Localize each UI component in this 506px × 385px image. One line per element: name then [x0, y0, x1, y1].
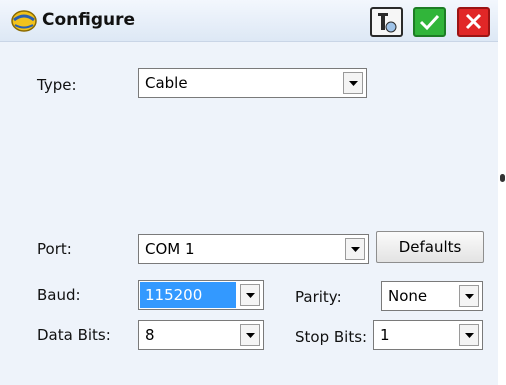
baud-value: 115200	[140, 282, 236, 308]
stop-bits-value: 1	[380, 326, 390, 344]
type-label: Type:	[37, 76, 77, 94]
port-value: COM 1	[145, 240, 195, 258]
parity-label: Parity:	[295, 288, 342, 306]
port-select[interactable]: COM 1	[138, 234, 369, 264]
type-dropdown-button[interactable]	[343, 72, 363, 94]
data-bits-dropdown-button[interactable]	[240, 324, 260, 346]
chevron-down-icon	[465, 333, 474, 338]
chevron-down-icon	[246, 293, 255, 298]
instrument-icon	[378, 13, 397, 33]
type-select[interactable]: Cable	[138, 68, 367, 98]
data-bits-select[interactable]: 8	[138, 320, 264, 350]
configure-window: Configure Type: Cable Port: COM 1 Defaul…	[0, 0, 498, 385]
port-dropdown-button[interactable]	[345, 238, 365, 260]
baud-label: Baud:	[37, 286, 81, 304]
chevron-down-icon	[246, 333, 255, 338]
stop-bits-label: Stop Bits:	[295, 328, 368, 346]
chevron-down-icon	[465, 294, 474, 299]
parity-value: None	[388, 287, 428, 305]
chevron-down-icon	[351, 247, 360, 252]
ok-button[interactable]	[413, 7, 446, 37]
close-icon	[465, 13, 482, 30]
instrument-button[interactable]	[370, 7, 403, 37]
stop-bits-select[interactable]: 1	[373, 320, 483, 350]
port-label: Port:	[37, 240, 72, 258]
app-helmet-icon	[11, 10, 37, 32]
parity-select[interactable]: None	[381, 281, 483, 311]
defaults-button[interactable]: Defaults	[376, 231, 484, 263]
checkmark-icon	[419, 14, 440, 31]
chevron-down-icon	[349, 81, 358, 86]
scroll-indicator	[500, 174, 505, 182]
title-bar: Configure	[0, 0, 498, 42]
data-bits-value: 8	[145, 326, 155, 344]
cancel-button[interactable]	[457, 7, 490, 37]
baud-dropdown-button[interactable]	[240, 284, 260, 306]
window-title: Configure	[42, 10, 136, 30]
parity-dropdown-button[interactable]	[459, 285, 479, 307]
baud-select[interactable]: 115200	[138, 280, 264, 310]
type-value: Cable	[145, 74, 188, 92]
data-bits-label: Data Bits:	[37, 326, 111, 344]
stop-bits-dropdown-button[interactable]	[459, 324, 479, 346]
